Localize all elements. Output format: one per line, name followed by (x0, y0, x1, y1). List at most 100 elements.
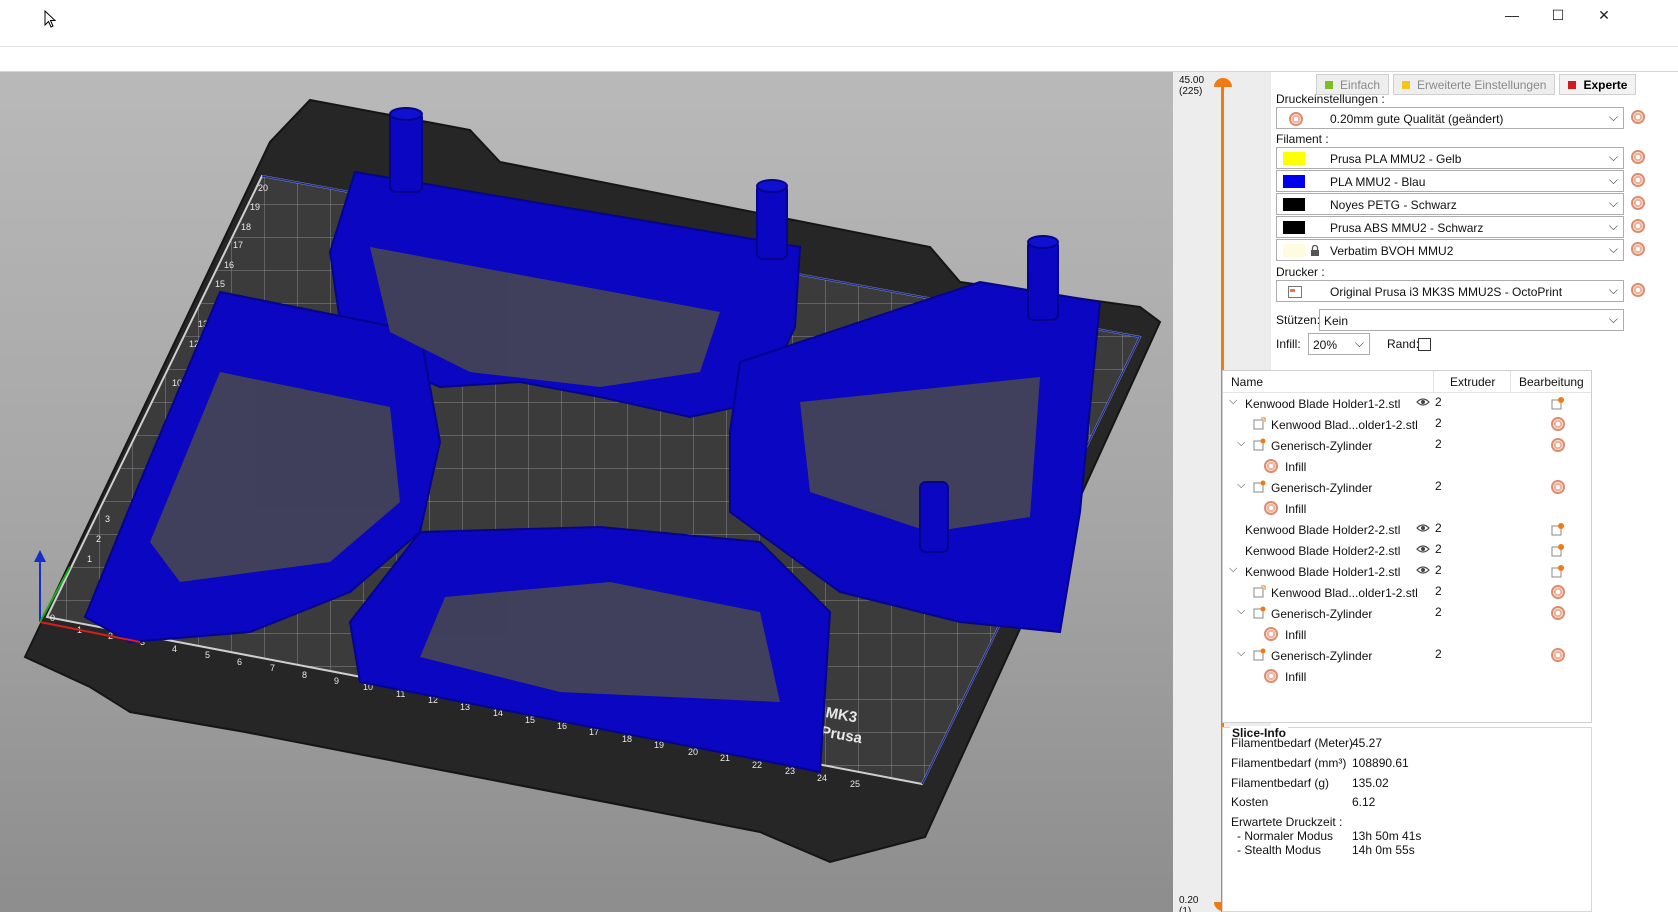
filament-select-3[interactable]: Noyes PETG - Schwarz ⌵ (1276, 193, 1624, 215)
object-row[interactable]: ⌵ Kenwood Blade Holder1-2.stl 2 (1223, 393, 1591, 414)
filament-select-4[interactable]: Prusa ABS MMU2 - Schwarz ⌵ (1276, 216, 1624, 238)
settings-gear-icon[interactable] (1551, 417, 1565, 431)
column-header-name[interactable]: Name (1231, 375, 1263, 389)
normal-mode-label: - Normaler Modus (1237, 829, 1334, 843)
settings-gear-icon[interactable] (1551, 585, 1565, 599)
filament-select-1[interactable]: Prusa PLA MMU2 - Gelb ⌵ (1276, 147, 1624, 169)
object-name: Infill (1285, 460, 1307, 474)
printer-gear-icon[interactable] (1631, 283, 1645, 297)
object-extruder[interactable]: 2 (1435, 647, 1442, 661)
eye-icon[interactable] (1416, 523, 1430, 533)
chevron-down-icon[interactable]: ⌵ (1237, 647, 1245, 660)
settings-gear-icon[interactable] (1551, 606, 1565, 620)
filament-5-gear-icon[interactable] (1631, 242, 1645, 256)
chevron-down-icon: ⌵ (1608, 110, 1618, 124)
minimize-button[interactable]: — (1489, 0, 1535, 30)
column-header-extruder[interactable]: Extruder (1450, 375, 1495, 389)
modifier-icon (1253, 480, 1266, 493)
print-settings-select[interactable]: 0.20mm gute Qualität (geändert) ⌵ (1276, 107, 1624, 129)
object-extruder[interactable]: 2 (1435, 584, 1442, 598)
object-extruder[interactable]: 2 (1435, 521, 1442, 535)
object-list-header: Name Extruder Bearbeitung (1223, 371, 1591, 393)
mode-expert-indicator-icon (1568, 80, 1577, 89)
object-extruder[interactable]: 2 (1435, 437, 1442, 451)
eye-icon[interactable] (1416, 565, 1430, 575)
object-extruder[interactable]: 2 (1435, 563, 1442, 577)
layer-bottom-readout: 0.20 (1) (1179, 895, 1198, 912)
object-name: Kenwood Blade Holder2-2.stl (1245, 544, 1401, 558)
mode-advanced-button[interactable]: Erweiterte Einstellungen (1393, 74, 1556, 95)
object-row[interactable]: ⌵ Kenwood Blade Holder1-2.stl 2 (1223, 561, 1591, 582)
filament-3-gear-icon[interactable] (1631, 196, 1645, 210)
object-extruder[interactable]: 2 (1435, 416, 1442, 430)
object-row[interactable]: ⌵ Generisch-Zylinder 2 (1223, 645, 1591, 666)
filament-name: Prusa ABS MMU2 - Schwarz (1330, 221, 1484, 235)
column-header-editing[interactable]: Bearbeitung (1519, 375, 1584, 389)
object-row[interactable]: Infill (1223, 666, 1591, 687)
brim-checkbox[interactable] (1418, 338, 1431, 351)
mode-simple-indicator-icon (1325, 80, 1333, 89)
y-tick-20: 20 (258, 183, 268, 193)
mode-expert-label: Experte (1583, 77, 1628, 92)
title-bar: — ☐ ✕ (0, 0, 1678, 46)
close-button[interactable]: ✕ (1581, 0, 1627, 30)
print-settings-gear-icon[interactable] (1631, 110, 1645, 124)
object-row[interactable]: Kenwood Blade Holder2-2.stl 2 (1223, 540, 1591, 561)
settings-gear-icon[interactable] (1551, 480, 1565, 494)
mode-expert-button[interactable]: Experte (1559, 74, 1637, 95)
object-row[interactable]: ⌵ Generisch-Zylinder 2 (1223, 435, 1591, 456)
chevron-down-icon[interactable]: ⌵ (1229, 395, 1237, 408)
layer-bottom-number: (1) (1179, 906, 1192, 912)
filament-select-2[interactable]: PLA MMU2 - Blau ⌵ (1276, 170, 1624, 192)
object-row[interactable]: ⌵ Generisch-Zylinder 2 (1223, 477, 1591, 498)
object-row[interactable]: Infill (1223, 498, 1591, 519)
filament-select-5[interactable]: Verbatim BVOH MMU2 ⌵ (1276, 239, 1624, 261)
chevron-down-icon[interactable]: ⌵ (1229, 563, 1237, 576)
object-row[interactable]: Kenwood Blad...older1-2.stl 2 (1223, 414, 1591, 435)
filament-name: Noyes PETG - Schwarz (1330, 198, 1457, 212)
object-extruder[interactable]: 2 (1435, 605, 1442, 619)
object-row[interactable]: Kenwood Blad...older1-2.stl 2 (1223, 582, 1591, 603)
edit-settings-icon[interactable] (1551, 396, 1565, 410)
layer-top-thumb-icon[interactable] (1213, 75, 1233, 89)
maximize-button[interactable]: ☐ (1535, 0, 1581, 30)
settings-gear-icon[interactable] (1551, 648, 1565, 662)
eye-icon[interactable] (1416, 544, 1430, 554)
object-extruder[interactable]: 2 (1435, 479, 1442, 493)
chevron-down-icon[interactable]: ⌵ (1237, 479, 1245, 492)
chevron-down-icon[interactable]: ⌵ (1237, 437, 1245, 450)
print-time-label: Erwartete Druckzeit : (1231, 815, 1343, 829)
chevron-down-icon: ⌵ (1608, 312, 1618, 326)
edit-settings-icon[interactable] (1551, 543, 1565, 557)
printer-select[interactable]: Original Prusa i3 MK3S MMU2S - OctoPrint… (1276, 280, 1624, 302)
mode-advanced-indicator-icon (1402, 80, 1411, 89)
chevron-down-icon: ⌵ (1608, 173, 1618, 187)
filament-2-gear-icon[interactable] (1631, 173, 1645, 187)
object-row[interactable]: Kenwood Blade Holder2-2.stl 2 (1223, 519, 1591, 540)
object-name: Kenwood Blade Holder1-2.stl (1245, 397, 1401, 411)
menu-bar (0, 46, 1678, 72)
edit-settings-icon[interactable] (1551, 564, 1565, 578)
slice-info-label: Kosten (1231, 795, 1269, 809)
supports-value: Kein (1324, 314, 1349, 328)
object-row[interactable]: Infill (1223, 456, 1591, 477)
object-name: Infill (1285, 670, 1307, 684)
supports-select[interactable]: Kein ⌵ (1319, 309, 1624, 331)
object-row[interactable]: Infill (1223, 624, 1591, 645)
edit-settings-icon[interactable] (1551, 522, 1565, 536)
layer-top-readout: 45.00 (225) (1179, 75, 1204, 97)
settings-gear-icon[interactable] (1551, 438, 1565, 452)
y-tick-2: 2 (96, 534, 101, 544)
object-extruder[interactable]: 2 (1435, 395, 1442, 409)
object-row[interactable]: ⌵ Generisch-Zylinder 2 (1223, 603, 1591, 624)
filament-1-gear-icon[interactable] (1631, 150, 1645, 164)
slice-info-label: Filamentbedarf (mm³) (1231, 756, 1347, 770)
infill-select[interactable]: 20% ⌵ (1308, 333, 1370, 355)
eye-icon[interactable] (1416, 397, 1430, 407)
chevron-down-icon[interactable]: ⌵ (1237, 605, 1245, 618)
x-tick-6: 6 (237, 657, 242, 667)
filament-4-gear-icon[interactable] (1631, 219, 1645, 233)
3d-viewport[interactable]: 20 19 18 17 16 15 13 12 10 3 2 1 0 1 2 3… (0, 72, 1173, 912)
object-extruder[interactable]: 2 (1435, 542, 1442, 556)
object-name: Generisch-Zylinder (1271, 649, 1373, 663)
